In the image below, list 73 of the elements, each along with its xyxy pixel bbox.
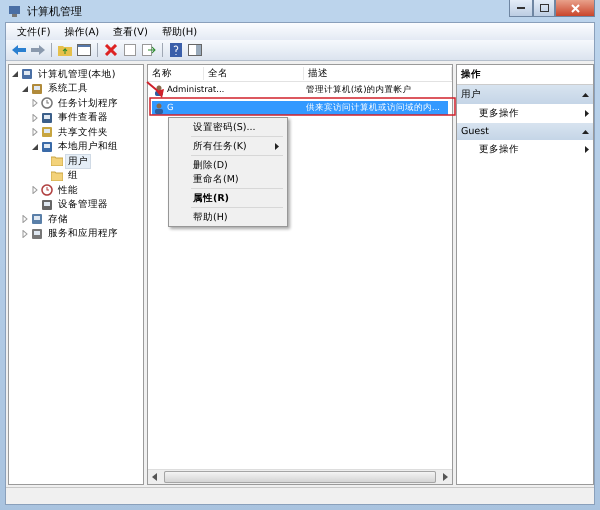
expand-arrow-icon[interactable] xyxy=(31,114,39,122)
collapse-arrow-icon[interactable] xyxy=(31,142,39,151)
tree-item[interactable]: 服务和应用程序 xyxy=(45,226,121,242)
table-cell: Administrat... xyxy=(167,85,224,95)
column-header[interactable]: 名称 xyxy=(148,66,204,80)
tree-item[interactable]: 系统工具 xyxy=(45,81,91,96)
console-tree-icon[interactable] xyxy=(76,42,92,58)
window-title: 计算机管理 xyxy=(27,4,82,18)
maximize-icon xyxy=(540,4,548,12)
maximize-button[interactable] xyxy=(533,0,555,17)
delete-icon[interactable] xyxy=(103,42,119,58)
collapse-icon[interactable] xyxy=(582,92,589,96)
table-cell: 管理计算机(域)的内置帐户 xyxy=(306,84,412,96)
tree-item[interactable]: 设备管理器 xyxy=(55,197,111,212)
tree-item[interactable]: 任务计划程序 xyxy=(55,96,121,111)
context-menu-item[interactable]: 重命名(M) xyxy=(171,172,285,186)
expand-arrow-icon[interactable] xyxy=(31,99,39,108)
menu-item[interactable]: 操作(A) xyxy=(58,24,106,38)
collapse-arrow-icon[interactable] xyxy=(21,84,29,93)
horizontal-scrollbar[interactable] xyxy=(148,469,452,484)
tree-item[interactable]: 存储 xyxy=(45,212,71,227)
close-button[interactable] xyxy=(555,0,595,17)
menu-item[interactable]: 文件(F) xyxy=(10,24,58,38)
properties-icon[interactable] xyxy=(122,42,138,58)
tree-item[interactable]: 共享文件夹 xyxy=(55,124,111,140)
folder-icon xyxy=(51,170,63,181)
context-menu-item[interactable]: 删除(D) xyxy=(171,158,285,172)
tree-item[interactable]: 本地用户和组 xyxy=(55,139,121,154)
scroll-right-icon[interactable] xyxy=(442,473,448,481)
help-icon[interactable] xyxy=(168,42,184,58)
expand-arrow-icon[interactable] xyxy=(31,128,39,136)
submenu-arrow-icon xyxy=(585,146,589,153)
minimize-button[interactable] xyxy=(509,0,533,17)
export-icon[interactable] xyxy=(141,42,157,58)
column-header[interactable]: 描述 xyxy=(304,66,452,80)
minimize-icon xyxy=(517,6,525,10)
forward-icon[interactable] xyxy=(30,42,46,58)
computer-icon xyxy=(21,68,33,80)
tree-item[interactable]: 事件查看器 xyxy=(55,110,111,126)
expand-arrow-icon[interactable] xyxy=(31,186,39,194)
folder-icon xyxy=(51,156,63,166)
action-link[interactable]: 更多操作 xyxy=(457,140,593,159)
expand-arrow-icon[interactable] xyxy=(21,230,29,238)
submenu-arrow-icon xyxy=(585,110,589,117)
collapse-icon[interactable] xyxy=(582,130,589,134)
clock-icon xyxy=(41,97,53,110)
actions-section-header[interactable]: Guest xyxy=(457,123,593,140)
tree-item[interactable]: 计算机管理(本地) xyxy=(35,66,118,82)
annotation-arrow xyxy=(146,81,164,98)
close-icon xyxy=(570,4,580,12)
tree-item[interactable]: 性能 xyxy=(55,182,81,198)
computer-management-icon xyxy=(8,4,22,18)
back-icon[interactable] xyxy=(11,42,27,58)
actions-section-header[interactable]: 用户 xyxy=(457,85,593,104)
action-pane-icon[interactable] xyxy=(187,42,203,58)
menu-item[interactable]: 帮助(H) xyxy=(154,24,204,38)
tree-item[interactable]: 用户 xyxy=(65,154,91,169)
context-menu-item[interactable]: 设置密码(S)... xyxy=(171,120,285,134)
menu-item[interactable]: 查看(V) xyxy=(106,24,155,38)
scroll-thumb[interactable] xyxy=(164,471,436,483)
scroll-left-icon[interactable] xyxy=(152,473,158,481)
context-menu-item[interactable]: 所有任务(K) xyxy=(171,139,285,153)
context-menu-item[interactable]: 属性(R) xyxy=(171,191,285,205)
collapse-arrow-icon[interactable] xyxy=(11,70,19,78)
table-cell: G xyxy=(167,103,174,113)
tree-item[interactable]: 组 xyxy=(65,168,81,184)
submenu-arrow-icon xyxy=(275,142,279,150)
context-menu-item[interactable]: 帮助(H) xyxy=(171,210,285,224)
action-link[interactable]: 更多操作 xyxy=(457,104,593,123)
column-header[interactable]: 全名 xyxy=(204,66,304,80)
user-icon xyxy=(154,102,164,114)
table-cell: 供来宾访问计算机或访问域的内... xyxy=(306,102,440,114)
expand-arrow-icon[interactable] xyxy=(21,215,29,224)
